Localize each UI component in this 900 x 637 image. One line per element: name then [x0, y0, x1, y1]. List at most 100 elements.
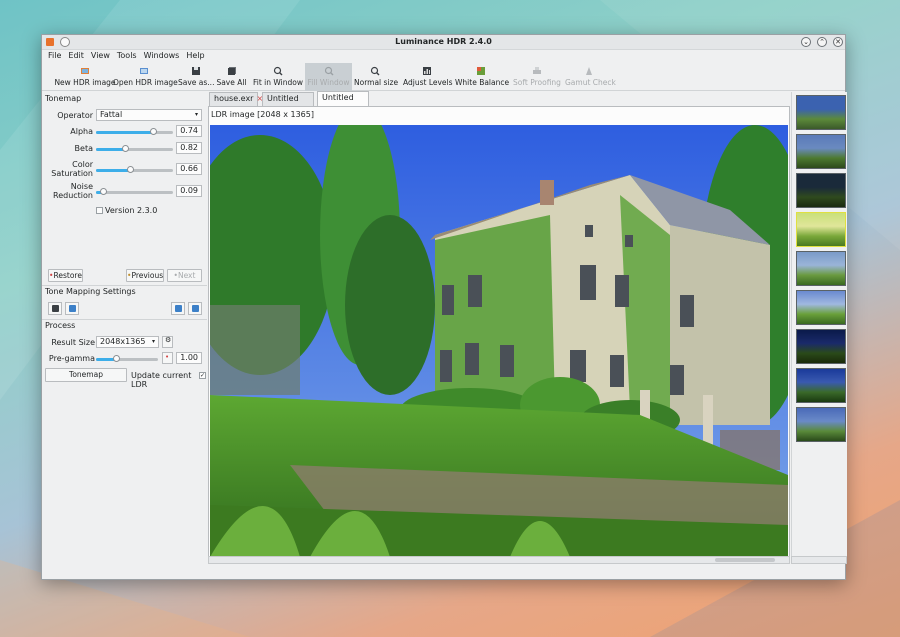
zoom-fit-icon [273, 66, 282, 76]
menu-file[interactable]: File [48, 50, 61, 62]
import-settings-button[interactable] [171, 302, 185, 315]
pregamma-slider[interactable] [96, 355, 158, 362]
gamut-check-button[interactable]: Gamut Check [565, 63, 616, 91]
menu-windows[interactable]: Windows [144, 50, 180, 62]
slider-fill [96, 169, 130, 172]
slider-handle[interactable] [113, 355, 121, 362]
menu-edit[interactable]: Edit [68, 50, 84, 62]
image-viewer: LDR image [2048 x 1365] [208, 106, 790, 563]
slider-handle[interactable] [126, 166, 134, 173]
preview-thumbnail[interactable] [796, 368, 846, 403]
tab-untitled-5[interactable]: Untitled 5× [317, 91, 369, 114]
white-balance-button[interactable]: White Balance [455, 63, 509, 91]
tab-untitled-4[interactable]: Untitled 4× [262, 92, 314, 115]
alpha-value[interactable]: 0.74 [176, 125, 202, 137]
menu-bar: File Edit View Tools Windows Help [42, 50, 845, 62]
fill-window-button[interactable]: Fill Window [305, 63, 352, 91]
menu-view[interactable]: View [91, 50, 110, 62]
previous-button[interactable]: •Previous [126, 269, 164, 282]
param-label: Noise Reduction [53, 182, 93, 200]
chevron-down-icon: ▾ [194, 111, 198, 118]
printer-icon [533, 67, 541, 74]
ldr-image[interactable] [210, 125, 788, 557]
soft-proofing-button[interactable]: Soft Proofing [513, 63, 561, 91]
pregamma-reset-button[interactable]: • [162, 352, 173, 364]
result-size-row: Result Size 2048x1365 ▾ ⚙ [42, 335, 207, 351]
operator-row: Operator Fattal ▾ [42, 108, 207, 124]
tab-bar: house.exr× Untitled 4× Untitled 5× [209, 91, 791, 115]
menu-tools[interactable]: Tools [117, 50, 137, 62]
size-options-button[interactable]: ⚙ [162, 336, 173, 348]
preview-scrollbar[interactable] [791, 556, 847, 564]
restore-button[interactable]: •Restore [48, 269, 83, 282]
export-settings-button[interactable] [188, 302, 202, 315]
horizontal-scrollbar[interactable] [208, 556, 790, 564]
operator-select[interactable]: Fattal ▾ [96, 109, 202, 121]
param-label: Beta [74, 144, 93, 153]
divider [42, 319, 207, 320]
result-size-select[interactable]: 2048x1365 ▾ [96, 336, 159, 348]
preview-thumbnail[interactable] [796, 95, 846, 130]
alpha-slider[interactable] [96, 128, 173, 135]
adjust-levels-button[interactable]: Adjust Levels [403, 63, 453, 91]
pregamma-row: Pre-gamma • 1.00 [42, 351, 207, 367]
normal-size-button[interactable]: Normal size [354, 63, 398, 91]
param-label: Alpha [70, 127, 93, 136]
preview-thumbnail[interactable] [796, 212, 846, 247]
preview-panel [791, 92, 847, 563]
reset-icon: • [165, 353, 170, 361]
slider-handle[interactable] [99, 188, 107, 195]
preview-thumbnail[interactable] [796, 290, 846, 325]
save-as-button[interactable]: Save as... [178, 63, 214, 91]
tab-house-exr[interactable]: house.exr × [209, 92, 263, 106]
param-row-alpha: Alpha 0.74 [42, 124, 207, 140]
tonemap-heading: Tonemap [45, 94, 82, 103]
slider-handle[interactable] [149, 128, 157, 135]
saturation-value[interactable]: 0.66 [176, 163, 202, 175]
zoom-original-icon [370, 66, 380, 76]
beta-slider[interactable] [96, 145, 173, 152]
noise-value[interactable]: 0.09 [176, 185, 202, 197]
house-photo [210, 125, 788, 557]
scrollbar-thumb[interactable] [715, 558, 775, 562]
slider-handle[interactable] [122, 145, 130, 152]
menu-help[interactable]: Help [186, 50, 204, 62]
pregamma-value[interactable]: 1.00 [176, 352, 202, 364]
gamut-icon [586, 67, 592, 75]
white-balance-icon [477, 67, 485, 75]
load-icon [69, 305, 76, 312]
noise-slider[interactable] [96, 188, 173, 195]
operator-label: Operator [57, 111, 93, 120]
fit-window-button[interactable]: Fit in Window [253, 63, 303, 91]
new-image-icon [81, 68, 89, 74]
maximize-icon[interactable]: ⌃ [817, 37, 827, 47]
update-ldr-checkbox[interactable]: ✓ [199, 372, 206, 379]
tonemap-button[interactable]: Tonemap [45, 368, 127, 382]
levels-icon [423, 67, 431, 75]
chevron-down-icon: ▾ [151, 338, 155, 345]
param-row-noise: Noise Reduction 0.09 [42, 182, 207, 202]
preview-thumbnail[interactable] [796, 251, 846, 286]
preview-thumbnail[interactable] [796, 134, 846, 169]
version-checkbox[interactable] [96, 207, 103, 214]
next-button[interactable]: •Next [167, 269, 202, 282]
preview-thumbnail[interactable] [796, 407, 846, 442]
import-icon [175, 305, 182, 312]
saturation-slider[interactable] [96, 166, 173, 173]
save-all-button[interactable]: Save All [215, 63, 248, 91]
title-bar: Luminance HDR 2.4.0 ⌄ ⌃ ✕ [42, 35, 845, 50]
new-hdr-button[interactable]: New HDR image [50, 63, 120, 91]
window-title: Luminance HDR 2.4.0 [395, 37, 492, 46]
main-window: Luminance HDR 2.4.0 ⌄ ⌃ ✕ File Edit View… [41, 34, 847, 580]
preview-thumbnail[interactable] [796, 173, 846, 208]
beta-value[interactable]: 0.82 [176, 142, 202, 154]
minimize-icon[interactable]: ⌄ [801, 37, 811, 47]
open-hdr-button[interactable]: Open HDR image [113, 63, 178, 91]
load-settings-button[interactable] [65, 302, 79, 315]
slider-fill [96, 131, 153, 134]
save-settings-button[interactable] [48, 302, 62, 315]
param-row-saturation: Color Saturation 0.66 [42, 160, 207, 180]
pregamma-label: Pre-gamma [48, 354, 95, 363]
close-icon[interactable]: ✕ [833, 37, 843, 47]
preview-thumbnail[interactable] [796, 329, 846, 364]
